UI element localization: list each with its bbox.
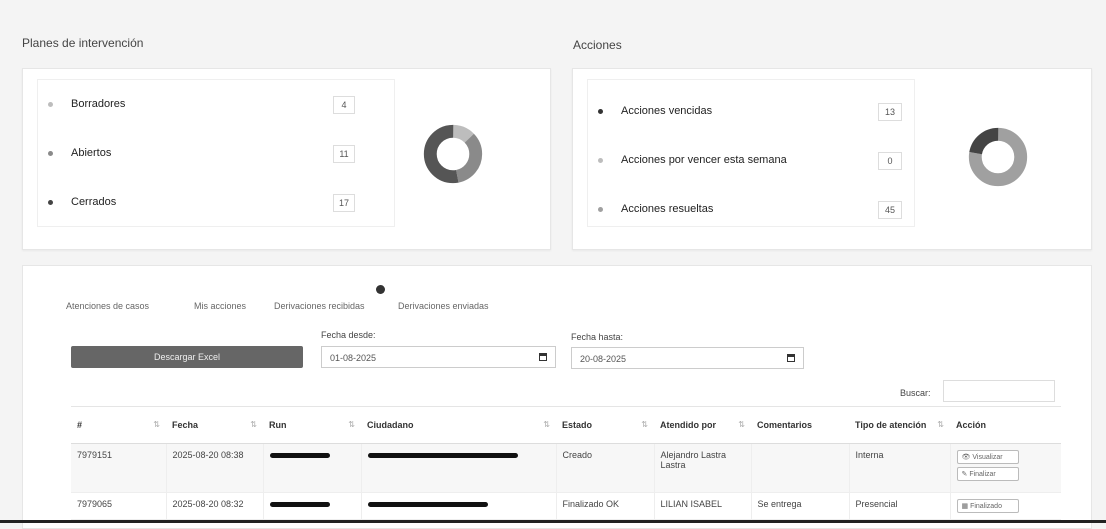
column-header-comentarios[interactable]: Comentarios xyxy=(751,406,849,444)
actions-item-vencidas[interactable]: Acciones vencidas xyxy=(598,105,712,117)
actions-item-label: Acciones vencidas xyxy=(621,105,713,117)
status-dot xyxy=(48,150,53,156)
plans-count-borradores: 4 xyxy=(333,96,355,114)
actions-count-vencidas: 13 xyxy=(878,103,902,121)
sort-icon[interactable]: ⇅ xyxy=(738,420,745,429)
cell-fecha: 2025-08-20 08:32 xyxy=(165,492,263,520)
finalized-button[interactable]: ▦ Finalizado xyxy=(956,499,1019,513)
sort-icon[interactable]: ⇅ xyxy=(543,420,550,429)
download-excel-button[interactable]: Descargar Excel xyxy=(71,346,303,368)
sort-icon[interactable]: ⇅ xyxy=(250,420,257,429)
column-header-accion: Acción xyxy=(950,406,1061,444)
table-header-row: # ⇅ Fecha ⇅ Run ⇅ Ciudadano ⇅ Estado ⇅ Atendi… xyxy=(71,406,1061,444)
sort-icon[interactable]: ⇅ xyxy=(348,420,355,429)
cell-atendido-por: Alejandro Lastra Lastra xyxy=(653,443,751,493)
date-from-value: 01-08-2025 xyxy=(330,353,377,363)
cell-ciudadano xyxy=(360,443,556,493)
cases-panel: Atenciones de casos Mis acciones Derivac… xyxy=(22,265,1092,529)
redacted-name xyxy=(367,502,488,507)
column-header-atendido-por[interactable]: Atendido por ⇅ xyxy=(654,406,751,444)
plans-item-cerrados[interactable]: Cerrados xyxy=(48,196,116,208)
table-row: 7979151 2025-08-20 08:38 Creado Alejandr… xyxy=(71,443,1061,493)
cell-accion: 👁 Visualizar ✎ Finalizar xyxy=(949,443,1061,493)
actions-count-por-vencer: 0 xyxy=(878,152,902,170)
tab-atenciones-de-casos[interactable]: Atenciones de casos xyxy=(66,301,149,311)
column-header-fecha[interactable]: Fecha ⇅ xyxy=(166,406,263,444)
actions-section-title: Acciones xyxy=(573,38,622,52)
sort-icon[interactable]: ⇅ xyxy=(937,420,944,429)
plans-count-abiertos: 11 xyxy=(333,145,355,163)
cell-fecha: 2025-08-20 08:38 xyxy=(165,443,263,493)
cell-accion: ▦ Finalizado xyxy=(949,492,1061,520)
actions-item-resueltas[interactable]: Acciones resueltas xyxy=(598,203,713,215)
tab-derivaciones-recibidas[interactable]: Derivaciones recibidas xyxy=(274,301,365,311)
column-header-ciudadano[interactable]: Ciudadano ⇅ xyxy=(361,406,556,444)
tab-mis-acciones[interactable]: Mis acciones xyxy=(194,301,246,311)
calendar-icon[interactable] xyxy=(539,353,547,361)
cell-tipo-atencion: Interna xyxy=(848,443,950,493)
actions-list-box: Acciones vencidas 13 Acciones por vencer… xyxy=(587,79,915,227)
status-dot xyxy=(48,199,53,205)
actions-item-label: Acciones resueltas xyxy=(621,203,714,215)
plans-count-cerrados: 17 xyxy=(333,194,355,212)
table-row: 7979065 2025-08-20 08:32 Finalizado OK L… xyxy=(71,492,1061,520)
search-label: Buscar: xyxy=(900,388,931,398)
plans-card: Borradores 4 Abiertos 11 Cerrados 17 xyxy=(22,68,551,250)
plans-section-title: Planes de intervención xyxy=(22,36,144,50)
actions-item-por-vencer[interactable]: Acciones por vencer esta semana xyxy=(598,154,787,166)
status-dot xyxy=(598,108,603,114)
plans-donut-chart xyxy=(423,124,483,184)
date-from-input[interactable]: 01-08-2025 xyxy=(321,346,556,368)
redacted-run xyxy=(269,502,330,507)
cell-id: 7979151 xyxy=(71,443,166,493)
cases-table: # ⇅ Fecha ⇅ Run ⇅ Ciudadano ⇅ Estado ⇅ Atendi… xyxy=(71,406,1061,520)
view-button[interactable]: 👁 Visualizar xyxy=(956,450,1019,464)
calendar-icon[interactable] xyxy=(787,354,795,362)
cell-run xyxy=(262,443,361,493)
date-to-value: 20-08-2025 xyxy=(580,354,627,364)
status-dot xyxy=(48,101,53,107)
column-header-run[interactable]: Run ⇅ xyxy=(263,406,361,444)
date-from-label: Fecha desde: xyxy=(321,330,376,340)
status-dot xyxy=(598,206,603,212)
cell-ciudadano xyxy=(360,492,556,520)
column-header-estado[interactable]: Estado ⇅ xyxy=(556,406,654,444)
cell-id: 7979065 xyxy=(71,492,166,520)
cell-estado: Creado xyxy=(555,443,654,493)
notification-icon xyxy=(376,285,385,294)
cell-comentarios: Se entrega xyxy=(750,492,849,520)
cell-estado: Finalizado OK xyxy=(555,492,654,520)
column-header-id[interactable]: # ⇅ xyxy=(71,406,166,444)
cell-tipo-atencion: Presencial xyxy=(848,492,950,520)
actions-count-resueltas: 45 xyxy=(878,201,902,219)
plans-item-label: Abiertos xyxy=(71,147,112,159)
date-to-input[interactable]: 20-08-2025 xyxy=(571,347,804,369)
sort-icon[interactable]: ⇅ xyxy=(641,420,648,429)
status-dot xyxy=(598,157,603,163)
search-input[interactable] xyxy=(943,380,1055,402)
date-to-label: Fecha hasta: xyxy=(571,332,624,342)
plans-item-label: Cerrados xyxy=(71,196,117,208)
cell-comentarios xyxy=(750,443,849,493)
redacted-name xyxy=(367,453,518,458)
actions-item-label: Acciones por vencer esta semana xyxy=(621,154,787,166)
cell-atendido-por: LILIAN ISABEL xyxy=(653,492,751,520)
plans-item-borradores[interactable]: Borradores xyxy=(48,98,125,110)
plans-item-label: Borradores xyxy=(71,98,126,110)
redacted-run xyxy=(269,453,330,458)
finalize-button[interactable]: ✎ Finalizar xyxy=(956,467,1019,481)
plans-list-box: Borradores 4 Abiertos 11 Cerrados 17 xyxy=(37,79,395,227)
column-header-tipo-atencion[interactable]: Tipo de atención ⇅ xyxy=(849,406,950,444)
sort-icon[interactable]: ⇅ xyxy=(153,420,160,429)
actions-card: Acciones vencidas 13 Acciones por vencer… xyxy=(572,68,1092,250)
cell-run xyxy=(262,492,361,520)
actions-donut-chart xyxy=(968,127,1028,187)
plans-item-abiertos[interactable]: Abiertos xyxy=(48,147,111,159)
tab-derivaciones-enviadas[interactable]: Derivaciones enviadas xyxy=(398,301,489,311)
